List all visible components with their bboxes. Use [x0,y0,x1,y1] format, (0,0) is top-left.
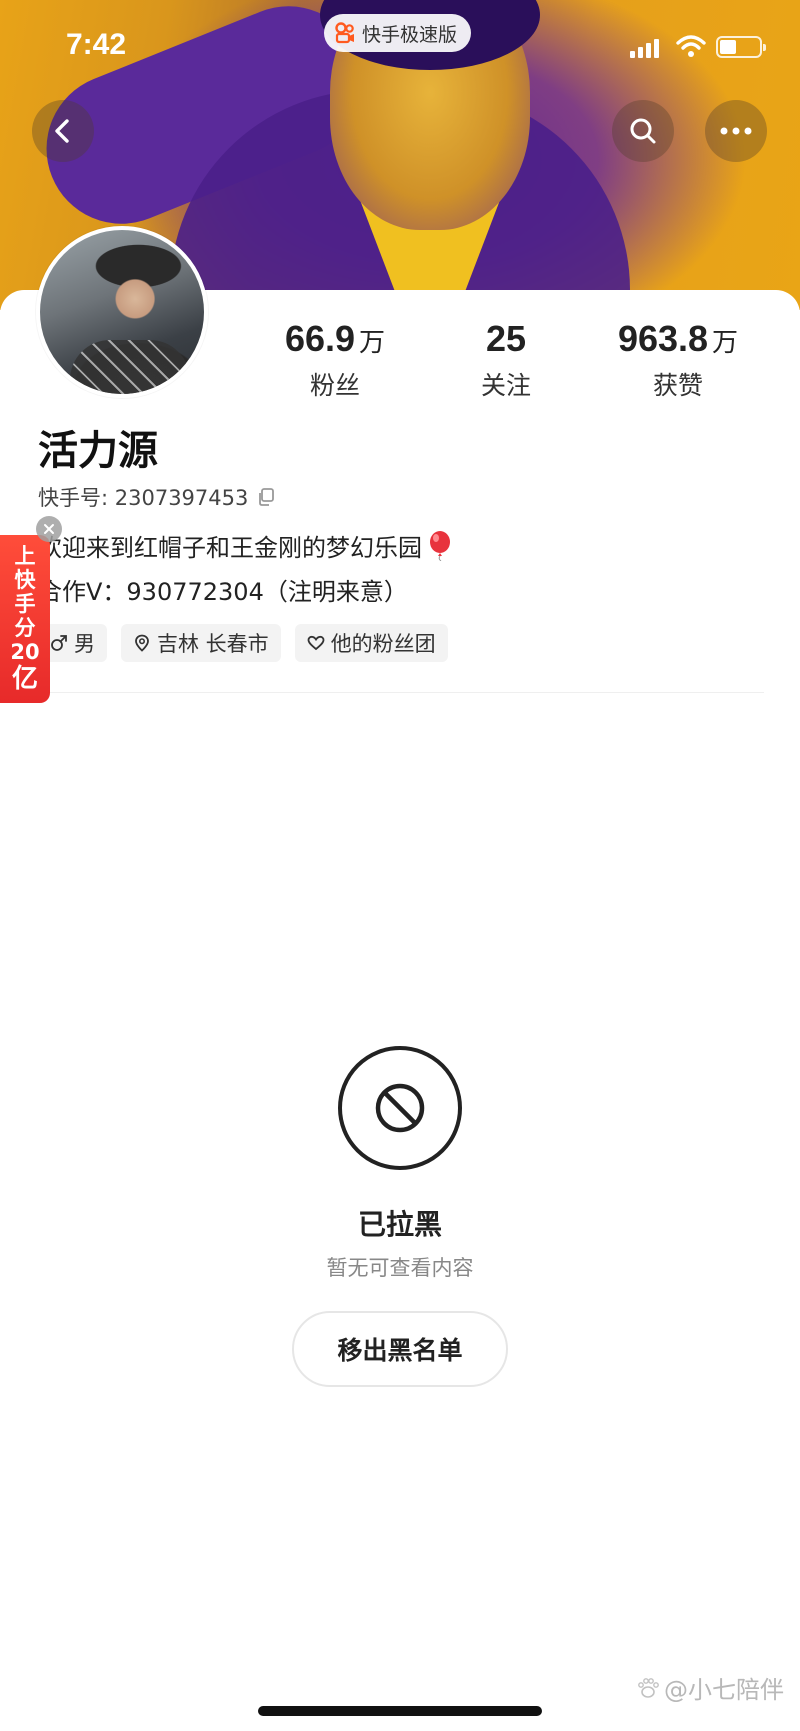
promo-close-button[interactable] [36,516,62,542]
profile-id[interactable]: 快手号: 2307397453 [38,482,276,512]
wifi-icon [676,35,706,57]
profile-tags: 男 吉林 长春市 他的粉丝团 [38,624,448,662]
search-icon [630,118,656,144]
likes-unit: 万 [712,328,739,358]
fans-label: 粉丝 [309,371,360,400]
promo-char-6: 亿 [11,664,38,694]
paw-icon [638,1677,659,1698]
status-time: 7:42 [66,28,127,61]
promo-char-2: 快 [14,568,36,592]
search-button[interactable] [612,100,674,162]
tag-gender-text: 男 [74,632,95,656]
male-icon [51,635,67,651]
following-label: 关注 [480,371,531,400]
section-divider [38,692,764,693]
promo-char-1: 上 [14,544,36,568]
watermark: @小七陪伴 [636,1670,784,1705]
close-icon [44,524,54,534]
heart-group-icon [307,635,325,651]
profile-id-text: 快手号: 2307397453 [38,486,249,510]
fans-count: 66.9 [284,318,356,359]
bio-line-1-text: 欢迎来到红帽子和王金刚的梦幻乐园 [38,534,422,562]
profile-stats: 66.9 万 粉丝 25 关注 963.8 万 获赞 [0,318,800,408]
location-pin-icon [135,634,149,652]
promo-ribbon[interactable]: 上 快 手 分 20 亿 [0,535,50,703]
watermark-text: @小七陪伴 [664,1676,784,1704]
tag-location[interactable]: 吉林 长春市 [121,624,281,662]
bio-line-1: 欢迎来到红帽子和王金刚的梦幻乐园 [38,528,452,563]
likes-count: 963.8 [617,318,709,359]
fans-unit: 万 [359,328,386,358]
app-name-pill[interactable]: 快手极速版 [324,14,472,52]
promo-char-3: 手 [14,592,36,616]
app-name-label: 快手极速版 [362,23,458,46]
back-button[interactable] [32,100,94,162]
blocked-subtitle: 暂无可查看内容 [326,1256,474,1280]
promo-char-5: 20 [10,640,40,664]
following-count: 25 [485,318,527,359]
stat-following[interactable]: 25 关注 [466,318,546,402]
remove-from-blacklist-button[interactable]: 移出黑名单 [292,1311,508,1387]
more-options-button[interactable] [705,100,767,162]
profile-name: 活力源 [38,428,158,474]
likes-label: 获赞 [652,371,703,400]
tag-fan-group[interactable]: 他的粉丝团 [294,624,448,662]
battery-icon [716,36,766,58]
blocked-title: 已拉黑 [357,1208,442,1241]
promo-char-4: 分 [14,616,36,640]
block-icon [375,1083,425,1133]
stat-likes[interactable]: 963.8 万 获赞 [598,318,758,402]
tag-fan-group-text: 他的粉丝团 [330,632,436,656]
tag-location-text: 吉林 长春市 [157,632,269,656]
balloon-icon [430,530,450,561]
stat-fans[interactable]: 66.9 万 粉丝 [265,318,405,402]
bio-line-2: 合作V：930772304（注明来意） [38,578,408,606]
blocked-icon-circle [338,1046,462,1170]
more-dots-icon [720,127,752,135]
kuaishou-logo-icon [334,22,356,44]
home-indicator[interactable] [258,1706,542,1716]
chevron-left-icon [55,119,69,143]
copy-icon[interactable] [256,487,276,507]
cellular-signal-icon [630,38,659,58]
